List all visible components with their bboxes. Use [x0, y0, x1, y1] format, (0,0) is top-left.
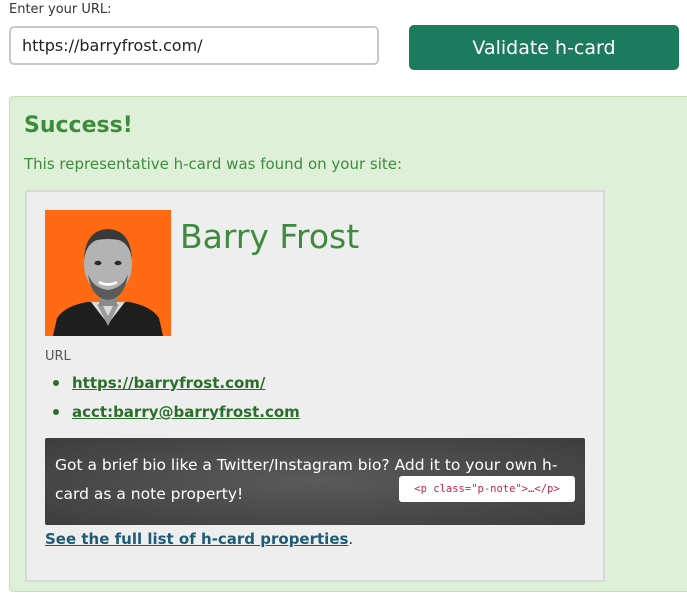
url-label: Enter your URL:	[9, 2, 112, 17]
url-input[interactable]	[9, 26, 379, 65]
note-tip-box: Got a brief bio like a Twitter/Instagram…	[45, 438, 585, 525]
bullet-icon	[53, 409, 59, 415]
full-list-suffix: .	[348, 530, 354, 548]
url-link[interactable]: acct:barry@barryfrost.com	[72, 403, 300, 421]
note-code-snippet: <p class="p-note">…</p>	[399, 476, 575, 502]
avatar	[45, 210, 171, 336]
success-panel: Success! This representative h-card was …	[9, 96, 687, 592]
success-heading: Success!	[24, 113, 133, 138]
avatar-photo	[45, 210, 171, 336]
list-item: acct:barry@barryfrost.com	[49, 402, 300, 431]
hcard-name: Barry Frost	[180, 217, 360, 256]
success-message: This representative h-card was found on …	[24, 155, 403, 173]
url-field-label: URL	[45, 349, 71, 364]
full-list-line: See the full list of h-card properties.	[45, 530, 353, 548]
url-list: https://barryfrost.com/ acct:barry@barry…	[49, 373, 300, 431]
bullet-icon	[53, 380, 59, 386]
hcard-preview: Barry Frost URL https://barryfrost.com/ …	[25, 190, 605, 582]
validate-hcard-button[interactable]: Validate h-card	[409, 25, 679, 70]
full-properties-link[interactable]: See the full list of h-card properties	[45, 530, 348, 548]
list-item: https://barryfrost.com/	[49, 373, 300, 402]
url-link[interactable]: https://barryfrost.com/	[72, 374, 265, 392]
